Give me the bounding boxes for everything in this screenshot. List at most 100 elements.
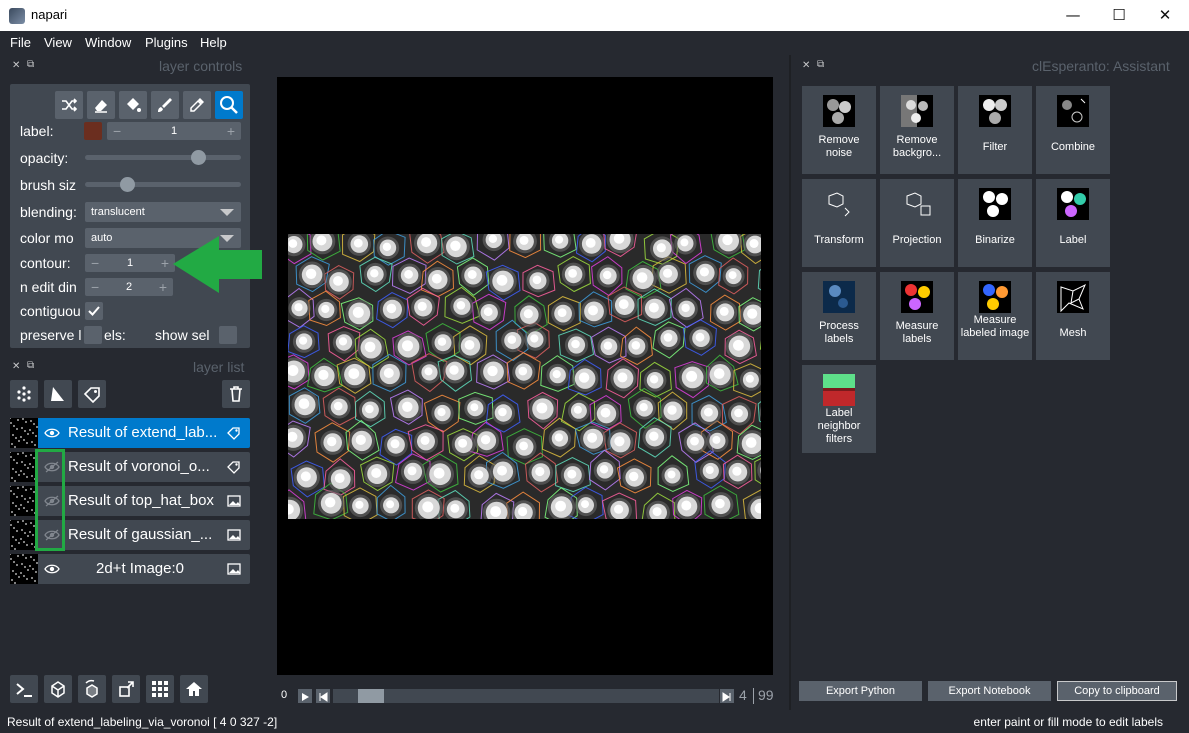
opacity-slider[interactable] <box>85 155 241 160</box>
viewer-canvas[interactable] <box>277 77 773 675</box>
assistant-tile[interactable]: Projection <box>880 179 954 267</box>
paint-bucket-icon <box>127 98 141 112</box>
menu-file[interactable]: File <box>10 35 31 50</box>
grid-view-button[interactable] <box>146 675 174 703</box>
play-button[interactable] <box>298 689 312 703</box>
menu-help[interactable]: Help <box>200 35 227 50</box>
grid-icon <box>152 681 168 697</box>
menu-bar: File View Window Plugins Help <box>0 31 1189 55</box>
chevron-down-icon <box>220 209 234 216</box>
assistant-tile[interactable]: Transform <box>802 179 876 267</box>
new-labels-layer-button[interactable] <box>78 380 106 408</box>
roll-icon <box>85 679 98 698</box>
assistant-tile[interactable]: Measure labeled image <box>958 272 1032 360</box>
brush-size-slider-handle[interactable] <box>120 177 136 192</box>
color-picker-icon <box>190 98 204 112</box>
show-selected-label: show sel <box>155 327 210 343</box>
assistant-tile[interactable]: Label neighbor filters <box>802 365 876 453</box>
brush-size-slider[interactable] <box>85 182 241 187</box>
fill-button[interactable] <box>119 91 147 119</box>
preserve-labels-label: preserve l <box>20 327 82 343</box>
ndisplay-button[interactable] <box>44 675 72 703</box>
assistant-tile-label: Label neighbor filters <box>817 407 861 445</box>
roll-dims-button[interactable] <box>78 675 106 703</box>
assistant-tile[interactable]: Process labels <box>802 272 876 360</box>
layer-row[interactable]: Result of extend_lab... <box>10 418 250 448</box>
label-spinbox[interactable]: − 1 + <box>107 122 241 140</box>
shuffle-colors-button[interactable] <box>55 91 83 119</box>
close-dock-icon[interactable]: ✕ <box>12 60 20 71</box>
assistant-tile-label: Mesh <box>1059 327 1087 339</box>
layer-row[interactable]: 2d+t Image:0 <box>10 554 250 584</box>
menu-plugins[interactable]: Plugins <box>145 35 188 50</box>
transpose-icon <box>119 681 134 697</box>
assistant-tile[interactable]: Measure labels <box>880 272 954 360</box>
float-dock-icon[interactable]: ⧉ <box>27 59 34 70</box>
paint-button[interactable] <box>151 91 179 119</box>
n-edit-dim-spinbox[interactable]: − 2 + <box>85 278 173 296</box>
erase-button[interactable] <box>87 91 115 119</box>
assistant-tile-label: Filter <box>982 141 1008 153</box>
label-increment[interactable]: + <box>227 122 235 140</box>
float-dock-icon[interactable]: ⧉ <box>27 360 34 371</box>
home-button[interactable] <box>180 675 208 703</box>
step-forward-button[interactable] <box>720 689 734 703</box>
assistant-tile-label: Binarize <box>975 234 1015 246</box>
tag-icon <box>83 387 100 403</box>
assistant-tile[interactable]: Combine <box>1036 86 1110 174</box>
contour-increment[interactable]: + <box>161 254 169 272</box>
dock-splitter[interactable] <box>789 55 791 710</box>
assistant-tile-label: Measure labeled image <box>960 314 1030 339</box>
blending-combobox[interactable]: translucent <box>85 202 241 222</box>
paintbrush-icon <box>158 98 172 112</box>
close-dock-icon[interactable]: ✕ <box>802 60 810 71</box>
eye-icon[interactable] <box>44 563 60 575</box>
new-points-layer-button[interactable] <box>10 380 38 408</box>
assistant-tile[interactable]: Binarize <box>958 179 1032 267</box>
opacity-slider-handle[interactable] <box>190 150 206 165</box>
color-mode-label: color mo <box>20 230 74 246</box>
layer-controls-panel: label: − 1 + opacity: brush siz blending… <box>10 84 250 348</box>
layer-thumbnail <box>10 554 38 584</box>
blending-label: blending: <box>20 204 77 220</box>
float-dock-icon[interactable]: ⧉ <box>817 59 824 70</box>
zoom-pan-button[interactable] <box>215 91 243 119</box>
measure-labels-icon <box>901 281 933 313</box>
show-selected-checkbox[interactable] <box>219 326 237 344</box>
contour-spinbox[interactable]: − 1 + <box>85 254 175 272</box>
step-back-button[interactable] <box>316 689 330 703</box>
cube-icon <box>51 681 65 698</box>
dims-slider[interactable] <box>333 689 719 703</box>
label-color-swatch[interactable] <box>84 122 102 140</box>
minimize-button[interactable]: — <box>1050 0 1096 31</box>
close-dock-icon[interactable]: ✕ <box>12 361 20 372</box>
dims-slider-handle[interactable] <box>358 689 385 703</box>
pick-color-button[interactable] <box>183 91 211 119</box>
layer-name: Result of voronoi_o... <box>68 458 210 475</box>
copy-to-clipboard-button[interactable]: Copy to clipboard <box>1057 681 1177 701</box>
checkmark-icon <box>88 306 100 316</box>
menu-view[interactable]: View <box>44 35 72 50</box>
assistant-tile[interactable]: Filter <box>958 86 1032 174</box>
image-icon <box>227 563 241 575</box>
delete-layer-button[interactable] <box>222 380 250 408</box>
menu-window[interactable]: Window <box>85 35 131 50</box>
export-python-button[interactable]: Export Python <box>799 681 922 701</box>
assistant-tile[interactable]: Remove noise <box>802 86 876 174</box>
eye-icon[interactable] <box>44 427 60 439</box>
new-shapes-layer-button[interactable] <box>44 380 72 408</box>
export-notebook-button[interactable]: Export Notebook <box>928 681 1051 701</box>
contiguous-checkbox[interactable] <box>85 302 103 320</box>
n-edit-dim-increment[interactable]: + <box>159 278 167 296</box>
assistant-tile[interactable]: Remove backgro... <box>880 86 954 174</box>
preserve-labels-checkbox[interactable] <box>84 326 102 344</box>
close-window-button[interactable]: ✕ <box>1142 0 1188 31</box>
console-button[interactable] <box>10 675 38 703</box>
maximize-button[interactable]: ☐ <box>1096 0 1142 31</box>
transpose-dims-button[interactable] <box>112 675 140 703</box>
assistant-tile[interactable]: Label <box>1036 179 1110 267</box>
assistant-tile[interactable]: Mesh <box>1036 272 1110 360</box>
step-forward-icon <box>722 692 731 702</box>
n-edit-dim-label: n edit din <box>20 279 77 295</box>
assistant-tile-label: Remove backgro... <box>892 134 942 159</box>
